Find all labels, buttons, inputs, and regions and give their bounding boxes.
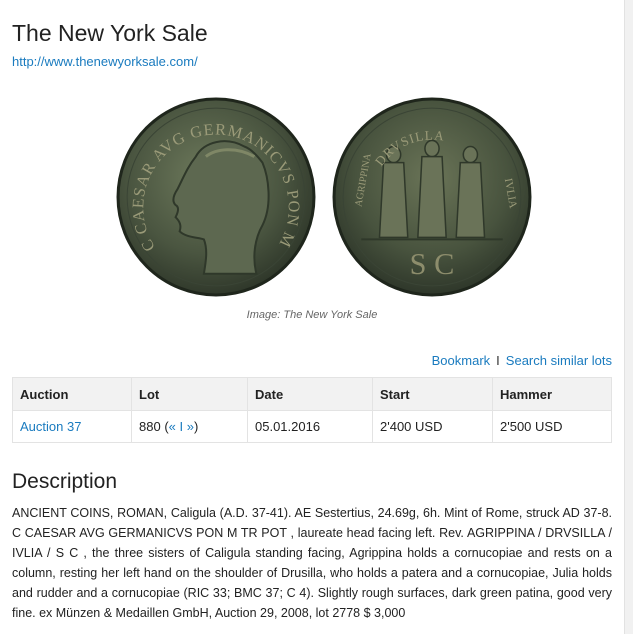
scrollbar-track[interactable] (624, 0, 633, 634)
prev-lot-link[interactable]: « (169, 419, 176, 434)
image-caption: Image: The New York Sale (246, 309, 378, 321)
actions-separator: I (496, 353, 500, 368)
coin-obverse: C CAESAR AVG GERMANICVS PON M TR POT (115, 96, 316, 297)
lot-number: 880 (139, 419, 161, 434)
page-title: The New York Sale (12, 20, 208, 46)
description-text: ANCIENT COINS, ROMAN, Caligula (A.D. 37-… (12, 506, 612, 620)
bookmark-link[interactable]: Bookmark (432, 353, 491, 368)
cell-start: 2'400 USD (372, 410, 493, 443)
lot-table: Auction Lot Date Start Hammer Auction 37… (12, 377, 612, 443)
col-date: Date (247, 377, 373, 411)
auction-link[interactable]: Auction 37 (20, 419, 81, 434)
description-heading: Description (12, 470, 118, 493)
next-lot-link[interactable]: » (187, 419, 194, 434)
col-auction: Auction (12, 377, 132, 411)
lot-nav-close: ) (194, 419, 199, 434)
table-header-row: Auction Lot Date Start Hammer (12, 377, 612, 411)
search-similar-link[interactable]: Search similar lots (506, 353, 612, 368)
table-row: Auction 37 880 (« I ») 05.01.2016 2'400 … (12, 410, 612, 443)
lot-nav-sep: I (179, 419, 184, 434)
cell-lot: 880 (« I ») (131, 410, 248, 443)
col-start: Start (372, 377, 493, 411)
lot-actions: Bookmark I Search similar lots (432, 353, 612, 368)
auction-house-link[interactable]: http://www.thenewyorksale.com/ (12, 54, 198, 69)
svg-text:S C: S C (410, 247, 455, 281)
col-lot: Lot (131, 377, 248, 411)
coin-reverse: DRVSILLA AGRIPPINA IVLIA S C (332, 97, 532, 297)
coin-image[interactable]: C CAESAR AVG GERMANICVS PON M TR POT (12, 90, 612, 310)
cell-auction: Auction 37 (12, 410, 132, 443)
cell-hammer: 2'500 USD (492, 410, 612, 443)
col-hammer: Hammer (492, 377, 612, 411)
cell-date: 05.01.2016 (247, 410, 373, 443)
